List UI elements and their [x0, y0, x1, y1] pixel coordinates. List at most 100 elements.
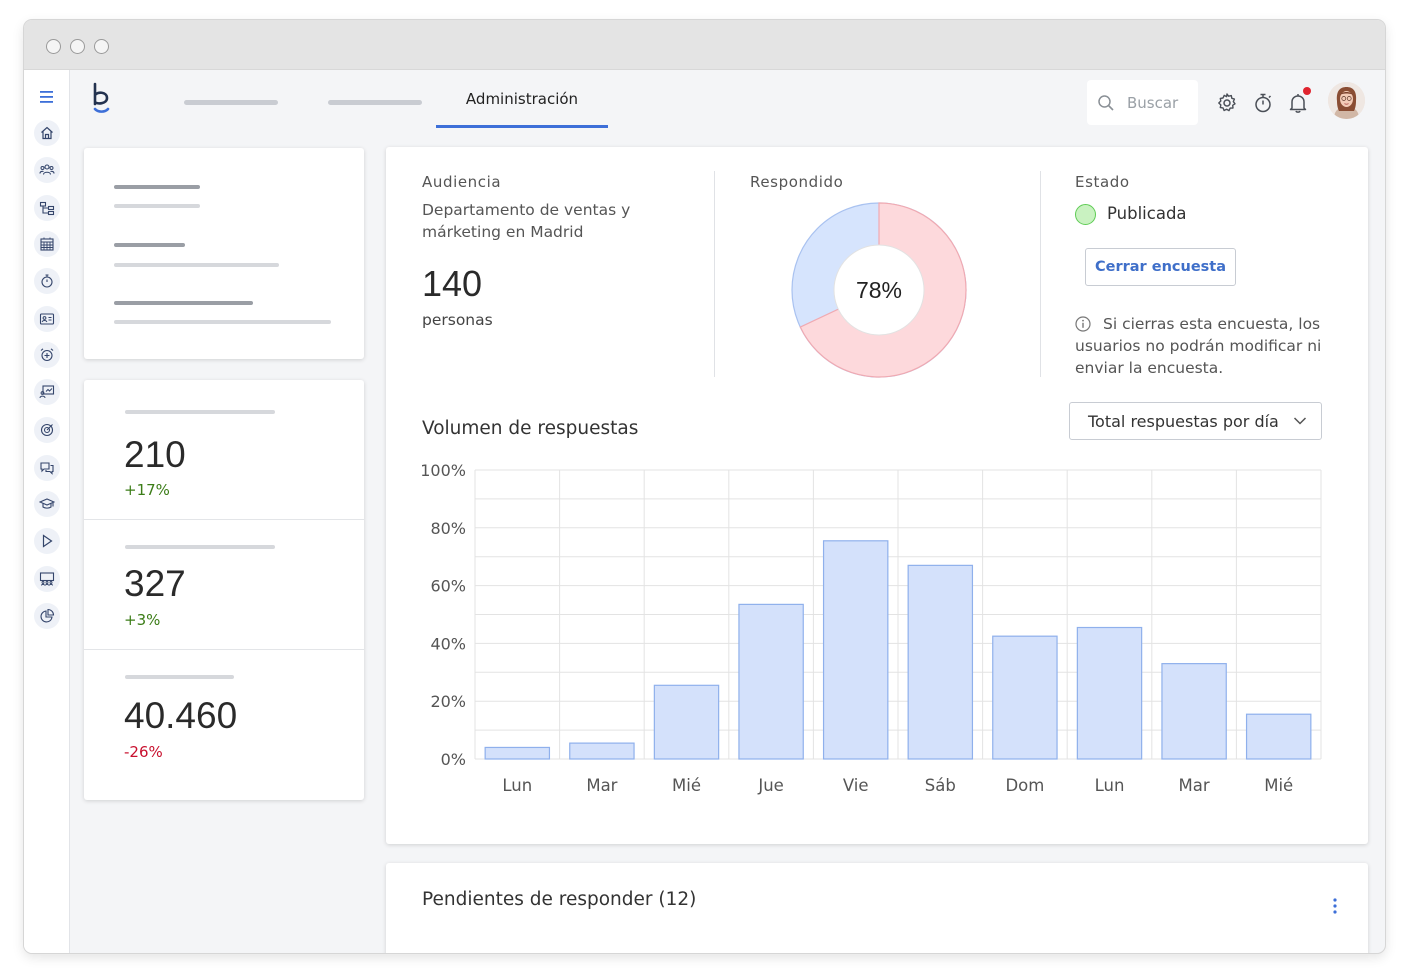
sidebar-item-people[interactable] [34, 157, 60, 183]
x-tick-label: Mié [1264, 776, 1293, 795]
nav-tab-1[interactable] [184, 100, 278, 105]
x-tick-label: Vie [843, 776, 869, 795]
y-tick-label: 40% [430, 634, 466, 653]
sidebar-item-calendar[interactable] [34, 231, 60, 257]
placeholder-heading-3 [114, 301, 253, 305]
bar [1076, 626, 1143, 760]
sidebar-item-time[interactable] [34, 268, 60, 294]
sidebar-item-directory[interactable] [34, 306, 60, 332]
x-tick-label: Sáb [925, 776, 956, 795]
sidebar-item-reports[interactable] [34, 603, 60, 629]
active-tab-indicator [436, 125, 608, 128]
sidebar-item-absences[interactable] [34, 342, 60, 368]
sidebar-item-training[interactable] [34, 491, 60, 517]
bell-icon[interactable] [1287, 92, 1309, 114]
close-window-button[interactable] [46, 39, 61, 54]
stat-value: 40.460 [124, 695, 238, 736]
stat-value: 210 [124, 434, 186, 475]
nav-tab-2[interactable] [328, 100, 422, 105]
play-icon [42, 534, 53, 548]
app-window: Administración Buscar 210 +17% 327 +3% 4… [24, 20, 1385, 953]
stats-card: 210 +17% 327 +3% 40.460 -26% [84, 380, 364, 800]
stat-delta: -26% [124, 743, 163, 761]
bar [738, 603, 804, 760]
target-icon [40, 423, 54, 437]
x-tick-label: Mié [672, 776, 701, 795]
sidebar-item-onboarding[interactable] [34, 528, 60, 554]
minimize-window-button[interactable] [70, 39, 85, 54]
placeholder-heading-1 [114, 185, 200, 189]
bar [484, 746, 551, 760]
sidebar-item-org-chart[interactable] [34, 195, 60, 221]
sidebar-item-home[interactable] [34, 120, 60, 146]
stat-label-placeholder [125, 545, 275, 549]
sidebar-item-goals[interactable] [34, 417, 60, 443]
org-chart-icon [39, 201, 55, 216]
brand-logo[interactable] [90, 82, 116, 116]
graduation-cap-icon [39, 498, 55, 509]
sidebar-item-meetings[interactable] [34, 566, 60, 592]
stat-block: 210 +17% [84, 380, 364, 519]
tab-administracion[interactable]: Administración [436, 90, 608, 128]
stat-block: 40.460 -26% [84, 650, 364, 800]
people-icon [39, 164, 55, 175]
search-input[interactable]: Buscar [1087, 80, 1198, 125]
maximize-window-button[interactable] [94, 39, 109, 54]
more-options-icon[interactable] [1331, 897, 1339, 915]
stat-value: 327 [124, 563, 186, 604]
x-tick-label: Mar [586, 776, 617, 795]
bar [907, 564, 974, 760]
x-tick-label: Lun [502, 776, 532, 795]
bar [653, 684, 720, 760]
y-tick-label: 20% [430, 692, 466, 711]
placeholder-line-1 [114, 204, 200, 208]
pending-card: Pendientes de responder (12) [386, 863, 1368, 953]
tab-administracion-label: Administración [465, 90, 579, 108]
top-navigation: Administración Buscar [70, 70, 1385, 130]
stopwatch-icon [41, 274, 53, 288]
response-volume-bar-chart: 0% 20% 40% 60% 80% 100% Lun Mar Mié Jue Vie Sáb Dom L… [420, 461, 1322, 795]
search-icon [1098, 95, 1114, 111]
placeholder-heading-2 [114, 243, 185, 247]
stat-label-placeholder [125, 675, 234, 679]
team-board-icon [39, 572, 55, 586]
home-icon [41, 126, 53, 140]
stat-delta: +3% [124, 611, 161, 629]
y-tick-label: 80% [430, 519, 466, 538]
avatar[interactable] [1328, 82, 1365, 119]
x-tick-label: Dom [1005, 776, 1044, 795]
summary-card [84, 148, 364, 359]
chat-icon [40, 462, 54, 475]
alarm-clock-icon [40, 348, 54, 362]
stat-block: 327 +3% [84, 520, 364, 649]
placeholder-line-2 [114, 263, 279, 267]
stat-delta: +17% [124, 481, 170, 499]
menu-icon[interactable] [37, 88, 57, 106]
title-bar [24, 20, 1385, 70]
sidebar-item-surveys[interactable] [34, 455, 60, 481]
gear-icon[interactable] [1216, 92, 1238, 114]
bar [1161, 663, 1227, 760]
calendar-icon [40, 237, 54, 251]
notification-badge [1303, 87, 1311, 95]
y-tick-label: 100% [420, 461, 466, 480]
stat-label-placeholder [125, 410, 275, 414]
x-tick-label: Mar [1179, 776, 1210, 795]
sidebar [24, 70, 70, 953]
user-avatar-icon [1328, 82, 1365, 119]
survey-results-card: Audiencia Departamento de ventas y márke… [386, 147, 1368, 844]
bar [822, 540, 889, 760]
y-tick-label: 0% [441, 750, 466, 769]
bar [992, 635, 1058, 760]
y-tick-label: 60% [430, 577, 466, 596]
placeholder-line-3 [114, 320, 331, 324]
id-card-icon [39, 313, 55, 325]
presentation-icon [39, 385, 55, 399]
stopwatch-icon[interactable] [1252, 92, 1274, 114]
bar [1245, 713, 1312, 760]
x-tick-label: Lun [1095, 776, 1125, 795]
sidebar-item-performance[interactable] [34, 379, 60, 405]
pending-title: Pendientes de responder (12) [422, 889, 697, 910]
bar [569, 742, 635, 760]
pie-chart-icon [40, 608, 55, 623]
